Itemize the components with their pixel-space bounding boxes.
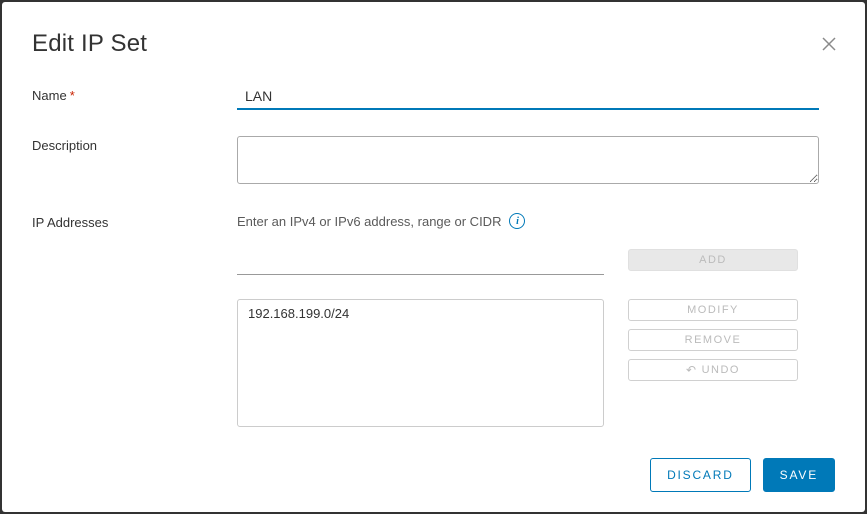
name-label-text: Name — [32, 88, 67, 103]
edit-ip-set-dialog: Edit IP Set Name* Description IP Address… — [2, 2, 865, 512]
discard-button[interactable]: DISCARD — [650, 458, 751, 492]
name-input[interactable] — [237, 86, 819, 110]
ip-list-row: 192.168.199.0/24 MODIFY REMOVE ↶ UNDO — [237, 299, 835, 427]
description-textarea[interactable] — [237, 136, 819, 184]
ip-addresses-section: IP Addresses Enter an IPv4 or IPv6 addre… — [32, 213, 835, 427]
ip-addresses-label: IP Addresses — [32, 213, 108, 230]
modify-button[interactable]: MODIFY — [628, 299, 798, 321]
undo-button-label: UNDO — [702, 364, 740, 376]
undo-button[interactable]: ↶ UNDO — [628, 359, 798, 381]
ip-address-input[interactable] — [237, 249, 604, 275]
remove-button[interactable]: REMOVE — [628, 329, 798, 351]
name-label: Name* — [32, 86, 237, 103]
save-button[interactable]: SAVE — [763, 458, 835, 492]
ip-address-listbox[interactable]: 192.168.199.0/24 — [237, 299, 604, 427]
dialog-title: Edit IP Set — [32, 30, 835, 58]
ip-input-row: ADD — [237, 249, 835, 275]
description-label: Description — [32, 136, 237, 153]
description-row: Description — [32, 136, 835, 187]
form-body: Name* Description IP Addresses Enter an … — [32, 86, 835, 448]
dialog-footer: DISCARD SAVE — [32, 448, 835, 492]
ip-hint-text: Enter an IPv4 or IPv6 address, range or … — [237, 214, 501, 229]
close-icon[interactable] — [821, 36, 837, 52]
info-icon[interactable]: i — [509, 213, 525, 229]
undo-icon: ↶ — [686, 364, 698, 376]
name-row: Name* — [32, 86, 835, 110]
ip-list-item[interactable]: 192.168.199.0/24 — [238, 300, 603, 327]
ip-hint-row: Enter an IPv4 or IPv6 address, range or … — [237, 213, 835, 229]
required-asterisk: * — [70, 88, 75, 103]
add-button[interactable]: ADD — [628, 249, 798, 271]
